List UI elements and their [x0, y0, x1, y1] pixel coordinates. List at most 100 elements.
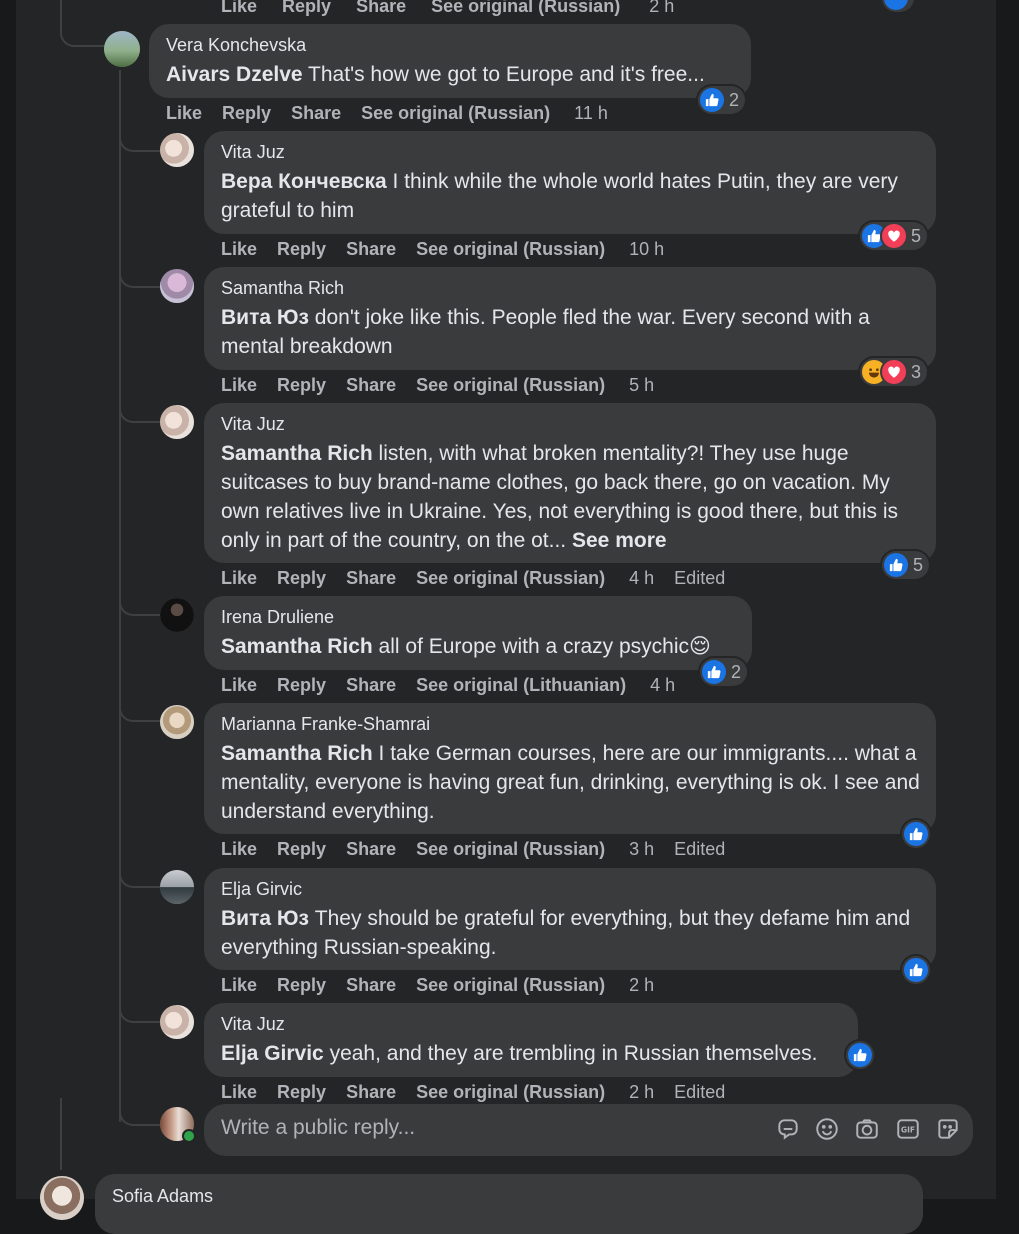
camera-icon[interactable]: [854, 1116, 880, 1142]
reaction-summary[interactable]: 2: [700, 658, 748, 686]
reply-link[interactable]: Reply: [277, 839, 326, 859]
comment-author[interactable]: Irena Druliene: [221, 606, 736, 628]
mention-link[interactable]: Samantha Rich: [221, 742, 373, 765]
svg-text:GIF: GIF: [901, 1125, 915, 1134]
like-link[interactable]: Like: [221, 675, 257, 695]
comment-text: Вера Кончевска I think while the whole w…: [221, 167, 920, 225]
like-link[interactable]: Like: [221, 1082, 257, 1102]
share-link[interactable]: Share: [356, 0, 406, 16]
comment-author[interactable]: Marianna Franke-Shamrai: [221, 713, 920, 735]
share-link[interactable]: Share: [346, 1082, 396, 1102]
see-more-link[interactable]: See more: [572, 529, 667, 552]
comment-time[interactable]: 11 h: [574, 103, 608, 123]
comment-author[interactable]: Elja Girvic: [221, 878, 920, 900]
comment-author[interactable]: Vera Konchevska: [166, 34, 735, 56]
share-link[interactable]: Share: [346, 839, 396, 859]
like-link[interactable]: Like: [221, 975, 257, 995]
comment-time[interactable]: 2 h: [629, 1082, 654, 1102]
avatar[interactable]: [160, 1005, 194, 1039]
see-original-link[interactable]: See original (Russian): [431, 0, 620, 16]
see-original-link[interactable]: See original (Russian): [416, 975, 605, 995]
reaction-summary[interactable]: 5: [860, 222, 928, 250]
mention-link[interactable]: Вита Юз: [221, 907, 309, 930]
like-link[interactable]: Like: [221, 839, 257, 859]
share-link[interactable]: Share: [346, 675, 396, 695]
like-link[interactable]: Like: [221, 568, 257, 588]
comment-author[interactable]: Vita Juz: [221, 413, 920, 435]
share-link[interactable]: Share: [346, 568, 396, 588]
reply-link[interactable]: Reply: [277, 375, 326, 395]
see-original-link[interactable]: See original (Lithuanian): [416, 675, 626, 695]
emoji-icon[interactable]: [814, 1116, 840, 1142]
reaction-count: 2: [729, 89, 740, 110]
mention-link[interactable]: Elja Girvic: [221, 1042, 324, 1065]
share-link[interactable]: Share: [346, 239, 396, 259]
gif-icon[interactable]: GIF: [895, 1116, 921, 1142]
mention-link[interactable]: Samantha Rich: [221, 635, 373, 658]
share-link[interactable]: Share: [346, 375, 396, 395]
avatar[interactable]: [160, 269, 194, 303]
avatar[interactable]: [160, 405, 194, 439]
avatar[interactable]: [160, 705, 194, 739]
mention-link[interactable]: Вита Юз: [221, 306, 309, 329]
comment-time[interactable]: 4 h: [650, 675, 675, 695]
see-original-link[interactable]: See original (Russian): [361, 103, 550, 123]
like-reaction-icon: [702, 660, 726, 684]
comment-time[interactable]: 5 h: [629, 375, 654, 395]
avatar[interactable]: [160, 598, 194, 632]
see-original-link[interactable]: See original (Russian): [416, 239, 605, 259]
see-original-link[interactable]: See original (Russian): [416, 568, 605, 588]
like-reaction-icon: [904, 958, 928, 982]
see-original-link[interactable]: See original (Russian): [416, 1082, 605, 1102]
sticker-icon[interactable]: [775, 1116, 801, 1142]
avatar[interactable]: [104, 31, 140, 67]
online-status-dot: [182, 1129, 196, 1143]
like-link[interactable]: Like: [221, 0, 257, 16]
like-link[interactable]: Like: [221, 375, 257, 395]
mention-link[interactable]: Вера Кончевска: [221, 170, 387, 193]
comment-author[interactable]: Vita Juz: [221, 141, 920, 163]
avatar[interactable]: [160, 870, 194, 904]
comment-author[interactable]: Sofia Adams: [112, 1185, 907, 1207]
share-link[interactable]: Share: [346, 975, 396, 995]
reply-link[interactable]: Reply: [277, 1082, 326, 1102]
reaction-count: 2: [731, 661, 742, 682]
avatar[interactable]: [40, 1176, 84, 1220]
avatar-sticker-icon[interactable]: [935, 1116, 961, 1142]
reply-link[interactable]: Reply: [277, 975, 326, 995]
reaction-summary[interactable]: [846, 1041, 874, 1069]
comment-time[interactable]: 10 h: [629, 239, 664, 259]
reaction-summary[interactable]: 3: [860, 358, 928, 386]
comment-time[interactable]: 3 h: [629, 839, 654, 859]
comment-bubble: Vita Juz Вера Кончевска I think while th…: [204, 131, 936, 234]
reaction-summary[interactable]: [902, 820, 930, 848]
reply-link[interactable]: Reply: [277, 675, 326, 695]
see-original-link[interactable]: See original (Russian): [416, 375, 605, 395]
reply-link[interactable]: Reply: [277, 239, 326, 259]
see-original-link[interactable]: See original (Russian): [416, 839, 605, 859]
reaction-summary[interactable]: 2: [698, 86, 746, 114]
comment-time[interactable]: 4 h: [629, 568, 654, 588]
reply-placeholder: Write a public reply...: [221, 1116, 416, 1139]
like-reaction-icon: [700, 88, 724, 112]
avatar[interactable]: [160, 133, 194, 167]
comment-time[interactable]: 2 h: [629, 975, 654, 995]
reply-input[interactable]: Write a public reply... GIF: [204, 1104, 973, 1156]
comment-time[interactable]: 2 h: [649, 0, 674, 16]
comment-text: Samantha Rich all of Europe with a crazy…: [221, 632, 736, 661]
reaction-summary[interactable]: [902, 956, 930, 984]
share-link[interactable]: Share: [291, 103, 341, 123]
comment-author[interactable]: Samantha Rich: [221, 277, 920, 299]
mention-link[interactable]: Samantha Rich: [221, 442, 373, 465]
reply-link[interactable]: Reply: [282, 0, 331, 16]
mention-link[interactable]: Aivars Dzelve: [166, 63, 303, 86]
reply-link[interactable]: Reply: [277, 568, 326, 588]
comment-author[interactable]: Vita Juz: [221, 1013, 842, 1035]
reply-link[interactable]: Reply: [222, 103, 271, 123]
reaction-summary[interactable]: 5: [882, 551, 930, 579]
like-link[interactable]: Like: [221, 239, 257, 259]
comment-bubble: Samantha Rich Вита Юз don't joke like th…: [204, 267, 936, 370]
like-link[interactable]: Like: [166, 103, 202, 123]
love-reaction-icon: [882, 360, 906, 384]
comment-text: Elja Girvic yeah, and they are trembling…: [221, 1039, 842, 1068]
